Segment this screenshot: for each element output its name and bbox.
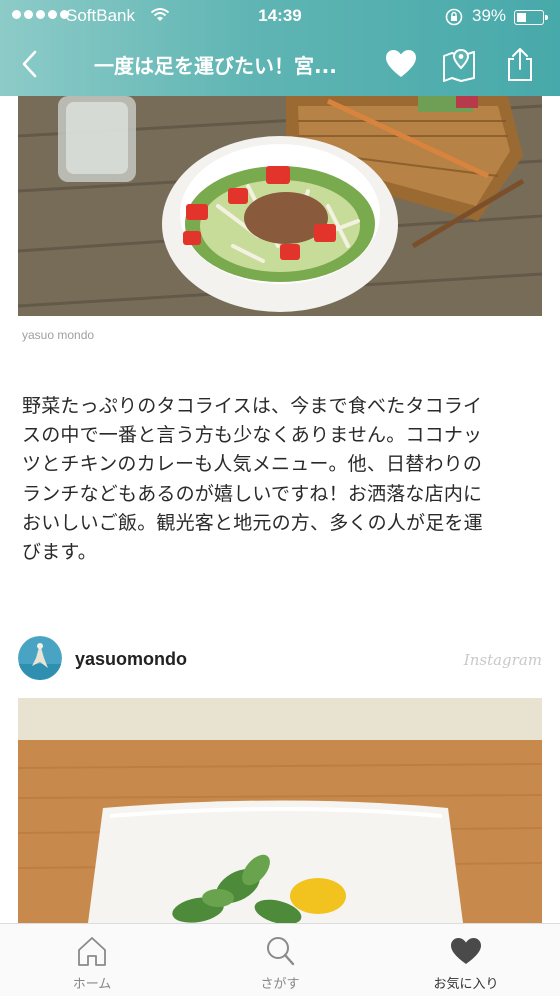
status-bar: SoftBank 14:39 39% xyxy=(0,0,560,34)
instagram-username[interactable]: yasuomondo xyxy=(75,649,187,670)
instagram-post-header: yasuomondo Instagram xyxy=(18,636,542,684)
taco-rice-photo xyxy=(18,96,542,316)
rotation-lock-icon xyxy=(445,8,463,26)
favorite-heart-button[interactable] xyxy=(383,46,419,82)
tab-home[interactable]: ホーム xyxy=(22,924,162,996)
search-icon xyxy=(267,937,295,966)
page-title: 一度は足を運びたい！宮... xyxy=(94,54,337,78)
heart-icon xyxy=(451,938,481,964)
paragraph-line: ランチなどもあるのが嬉しいですね！お洒落な店内に xyxy=(22,482,483,505)
bottom-tab-bar: ホーム さがす お気に入り xyxy=(0,923,560,996)
paragraph-line: ツとチキンのカレーも人気メニュー。他、日替わりの xyxy=(22,453,483,476)
tab-label: ホーム xyxy=(72,977,112,992)
article-paragraph: 野菜たっぷりのタコライスは、今まで食べたタコライ スの中で一番と言う方も少なくあ… xyxy=(22,392,538,567)
paragraph-line: おいしいご飯。観光客と地元の方、多くの人が足を運 xyxy=(22,511,483,534)
battery-percent: 39% xyxy=(472,6,507,25)
back-button[interactable] xyxy=(14,46,46,82)
tab-label: さがす xyxy=(260,977,300,992)
paragraph-line: スの中で一番と言う方も少なくありません。ココナッ xyxy=(22,424,483,447)
nav-bar: 一度は足を運びたい！宮... xyxy=(0,34,560,96)
battery-icon xyxy=(514,10,548,25)
tab-favorites[interactable]: お気に入り xyxy=(396,924,536,996)
tab-search[interactable]: さがす xyxy=(210,924,350,996)
tab-label: お気に入り xyxy=(433,977,499,992)
app-header: SoftBank 14:39 39% 一度は足を運びたい！宮... xyxy=(0,0,560,96)
photo-credit: yasuo mondo xyxy=(22,328,95,342)
map-pin-button[interactable] xyxy=(441,45,477,83)
paragraph-line: びます。 xyxy=(22,541,97,564)
home-icon xyxy=(78,937,106,966)
paragraph-line: 野菜たっぷりのタコライスは、今まで食べたタコライ xyxy=(22,395,483,417)
share-button[interactable] xyxy=(502,45,538,83)
dish-photo xyxy=(18,698,542,923)
instagram-logo: Instagram xyxy=(463,651,542,669)
avatar[interactable] xyxy=(18,636,62,680)
